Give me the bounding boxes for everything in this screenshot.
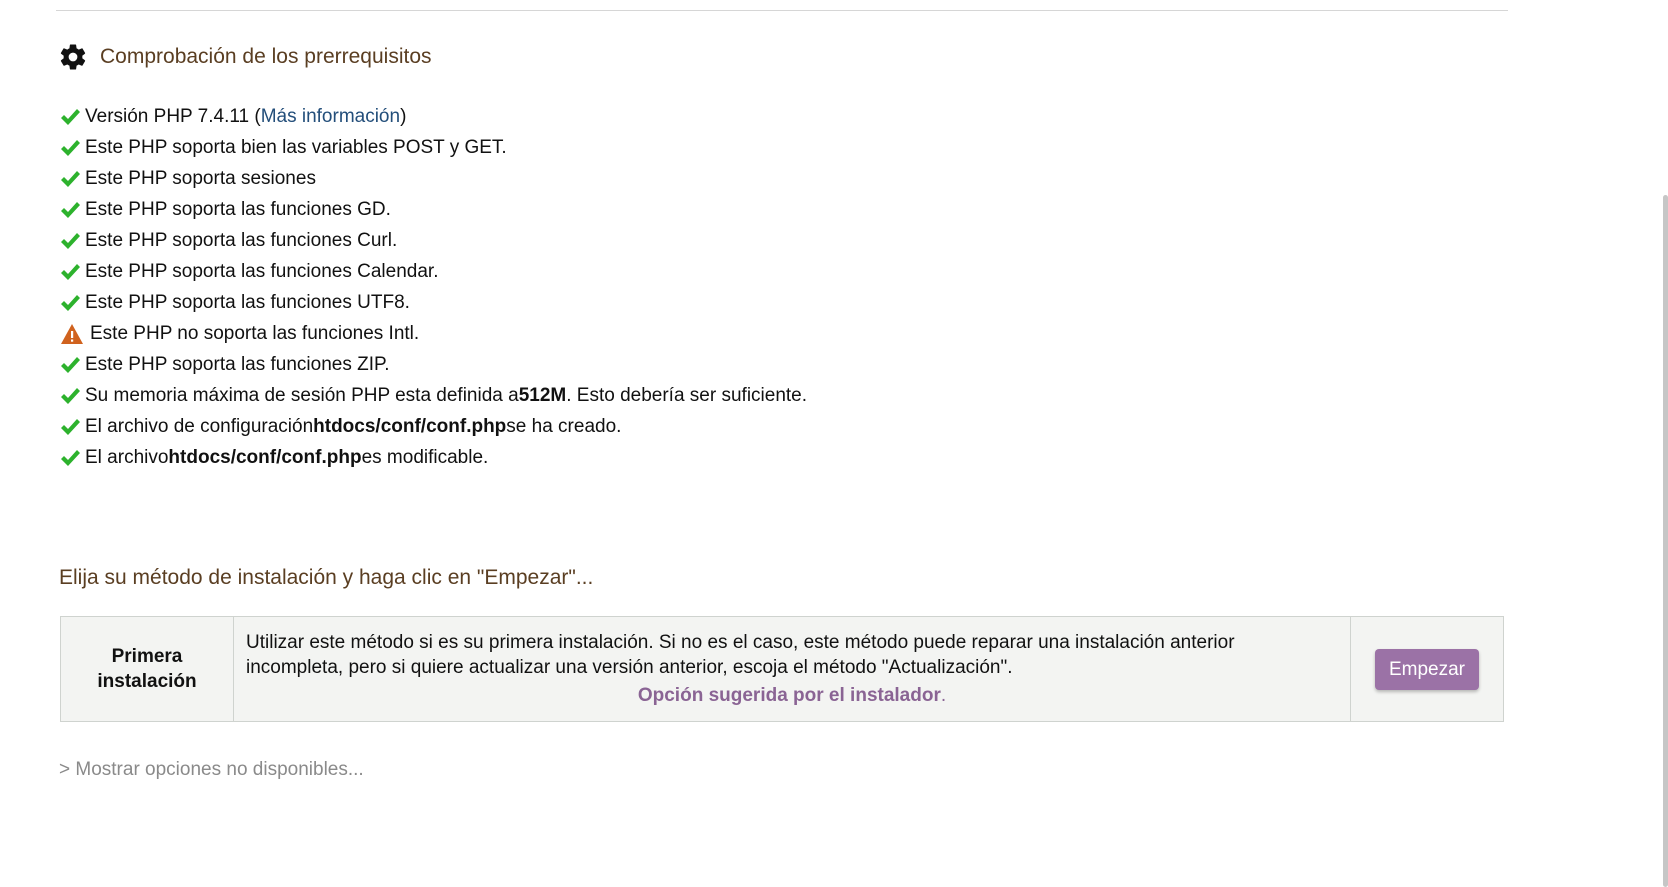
check-icon xyxy=(61,232,80,249)
scrollbar-thumb[interactable] xyxy=(1663,195,1668,887)
start-button[interactable]: Empezar xyxy=(1374,648,1480,690)
prerequisite-value: htdocs/conf/conf.php xyxy=(313,415,507,437)
prerequisite-text: Este PHP soporta las funciones GD. xyxy=(85,198,391,220)
prerequisite-text: Este PHP soporta sesiones xyxy=(85,167,316,189)
top-divider xyxy=(56,10,1508,11)
suggested-option-suffix: . xyxy=(940,685,947,706)
check-icon xyxy=(61,170,80,187)
prerequisite-item: Este PHP soporta sesiones xyxy=(60,163,807,194)
prerequisite-item: El archivo de configuración htdocs/conf/… xyxy=(60,411,807,442)
prerequisite-item: El archivo htdocs/conf/conf.php es modif… xyxy=(60,442,807,473)
show-unavailable-options-link[interactable]: > Mostrar opciones no disponibles... xyxy=(59,759,364,781)
method-name-line1: Primera xyxy=(111,646,183,667)
prerequisite-item: Su memoria máxima de sesión PHP esta def… xyxy=(60,380,807,411)
more-info-link[interactable]: Más información xyxy=(261,106,400,128)
prerequisite-text: Este PHP soporta bien las variables POST… xyxy=(85,136,507,158)
prerequisite-text: El archivo xyxy=(85,446,169,468)
prerequisite-item: Este PHP soporta bien las variables POST… xyxy=(60,132,807,163)
prerequisite-item: Versión PHP 7.4.11 (Más información) xyxy=(60,101,807,132)
method-name-line2: instalación xyxy=(97,671,197,692)
check-icon xyxy=(61,263,80,280)
prerequisite-value: 512M xyxy=(518,384,567,406)
check-icon xyxy=(61,387,80,404)
prerequisite-item: Este PHP soporta las funciones UTF8. xyxy=(60,287,807,318)
prerequisite-text: Este PHP soporta las funciones UTF8. xyxy=(85,291,410,313)
suggested-option-text: Opción sugerida por el instalador xyxy=(637,685,941,706)
prerequisite-text: Este PHP soporta las funciones Curl. xyxy=(85,229,398,251)
suggested-option-note: Opción sugerida por el instalador. xyxy=(246,683,1338,708)
method-description-line2: incompleta, pero si quiere actualizar un… xyxy=(246,657,1013,678)
prerequisite-text: El archivo de configuración xyxy=(85,415,314,437)
table-row: Primera instalación Utilizar este método… xyxy=(60,616,1504,722)
prerequisites-heading: Comprobación de los prerrequisitos xyxy=(58,42,432,72)
method-description-cell: Utilizar este método si es su primera in… xyxy=(233,616,1351,722)
prerequisite-item: Este PHP no soporta las funciones Intl. xyxy=(60,318,807,349)
prerequisite-item: Este PHP soporta las funciones ZIP. xyxy=(60,349,807,380)
install-method-title: Elija su método de instalación y haga cl… xyxy=(59,566,594,589)
prerequisite-text-suffix: es modificable. xyxy=(361,446,489,468)
prerequisite-text: Su memoria máxima de sesión PHP esta def… xyxy=(85,384,519,406)
prerequisite-text-suffix: se ha creado. xyxy=(506,415,622,437)
prerequisite-text: Este PHP no soporta las funciones Intl. xyxy=(90,322,420,344)
prerequisite-text: Este PHP soporta las funciones ZIP. xyxy=(85,353,390,375)
check-icon xyxy=(61,139,80,156)
prerequisite-text-suffix: ) xyxy=(400,105,407,127)
method-action-cell: Empezar xyxy=(1350,616,1504,722)
check-icon xyxy=(61,418,80,435)
check-icon xyxy=(61,294,80,311)
prerequisites-title: Comprobación de los prerrequisitos xyxy=(100,45,432,68)
prerequisites-list: Versión PHP 7.4.11 (Más información) Este… xyxy=(60,101,807,473)
method-name-cell: Primera instalación xyxy=(60,616,234,722)
gear-icon xyxy=(60,44,86,70)
prerequisite-item: Este PHP soporta las funciones Curl. xyxy=(60,225,807,256)
warning-icon xyxy=(61,323,83,344)
check-icon xyxy=(61,108,80,125)
check-icon xyxy=(61,356,80,373)
scrollbar[interactable] xyxy=(1661,0,1668,887)
prerequisite-item: Este PHP soporta las funciones Calendar. xyxy=(60,256,807,287)
method-description-line1: Utilizar este método si es su primera in… xyxy=(246,632,1235,653)
prerequisite-text: Este PHP soporta las funciones Calendar. xyxy=(85,260,439,282)
prerequisite-text: Versión PHP 7.4.11 ( xyxy=(85,105,261,127)
prerequisite-text-suffix: . Esto debería ser suficiente. xyxy=(566,384,808,406)
prerequisite-item: Este PHP soporta las funciones GD. xyxy=(60,194,807,225)
prerequisite-value: htdocs/conf/conf.php xyxy=(168,446,362,468)
check-icon xyxy=(61,201,80,218)
check-icon xyxy=(61,449,80,466)
install-method-table: Primera instalación Utilizar este método… xyxy=(60,616,1504,722)
